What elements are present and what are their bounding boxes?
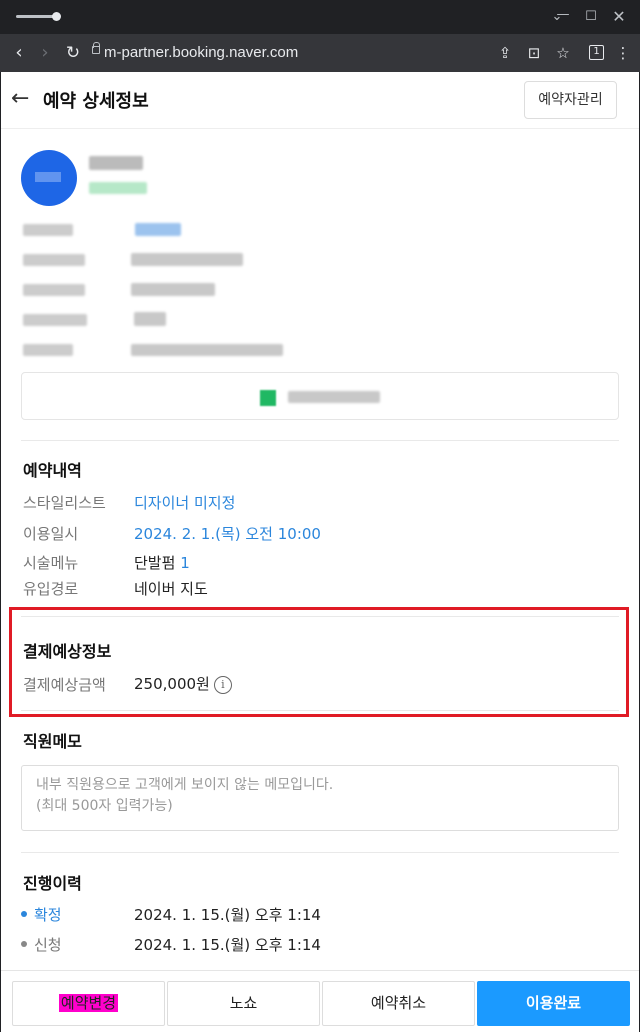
history-datetime-confirmed: 2024. 1. 15.(월) 오후 1:14 (134, 906, 321, 924)
share-icon (260, 390, 276, 406)
customer-tag-redacted (89, 182, 147, 194)
memo-textarea[interactable]: 내부 직원용으로 고객에게 보이지 않는 메모입니다. (최대 500자 입력가… (21, 765, 619, 831)
minimize-icon[interactable]: — (550, 4, 576, 26)
slider-knob[interactable] (52, 12, 61, 21)
divider (21, 710, 619, 711)
info-value-redacted (131, 283, 215, 296)
history-section-title: 진행이력 (23, 874, 82, 893)
info-label-redacted (23, 254, 85, 266)
forward-arrow-icon[interactable]: › (34, 42, 56, 64)
info-label-redacted (23, 344, 73, 356)
back-arrow-icon[interactable]: ← (11, 88, 35, 112)
datetime-value[interactable]: 2024. 2. 1.(목) 오전 10:00 (134, 523, 321, 544)
cancel-reservation-button[interactable]: 예약취소 (322, 981, 475, 1026)
payment-amount: 250,000원 (134, 675, 210, 693)
kebab-menu-icon[interactable]: ⋮ (612, 42, 634, 64)
share-button-redacted[interactable] (21, 372, 619, 420)
noshow-button[interactable]: 노쇼 (167, 981, 320, 1026)
info-value-redacted (134, 312, 166, 326)
share-label-redacted (288, 391, 380, 403)
lock-icon (92, 42, 100, 54)
reservation-section-title: 예약내역 (23, 461, 82, 480)
reload-icon[interactable]: ↻ (62, 42, 84, 64)
install-app-icon[interactable]: ⊡ (523, 42, 545, 64)
close-icon[interactable]: ✕ (606, 6, 632, 28)
info-label-redacted (23, 314, 87, 326)
info-label-redacted (23, 224, 73, 236)
datetime-label: 이용일시 (23, 525, 79, 543)
payment-amount-value: 250,000원 i (134, 673, 232, 694)
share-icon[interactable]: ⇪ (494, 42, 516, 64)
history-status-confirmed: 확정 (34, 906, 62, 924)
avatar (21, 150, 77, 206)
source-value: 네이버 지도 (134, 580, 208, 598)
tab-count-button[interactable]: 1 (589, 45, 604, 60)
customer-name-redacted (89, 156, 143, 170)
history-status-requested: 신청 (34, 936, 62, 954)
change-reservation-label: 예약변경 (58, 994, 119, 1012)
menu-value: 단발펌 1 (134, 552, 190, 573)
address-bar[interactable]: m-partner.booking.naver.com (104, 43, 298, 63)
complete-button[interactable]: 이용완료 (477, 981, 630, 1026)
change-reservation-button[interactable]: 예약변경 (12, 981, 165, 1026)
manage-customer-button[interactable]: 예약자관리 (524, 81, 617, 119)
info-value-redacted (135, 223, 181, 236)
page: ← 예약 상세정보 예약자관리 예약내역 스타일리스트 디자이너 미지정 이용일… (1, 72, 639, 1032)
source-label: 유입경로 (23, 580, 79, 598)
info-icon[interactable]: i (213, 675, 232, 694)
back-arrow-icon[interactable]: ‹ (8, 42, 30, 64)
maximize-icon[interactable]: ☐ (578, 6, 604, 28)
memo-section-title: 직원메모 (23, 732, 82, 751)
browser-toolbar: ‹ › ↻ m-partner.booking.naver.com ⇪ ⊡ ☆ … (0, 34, 640, 72)
menu-name: 단발펌 (134, 554, 176, 572)
info-value-redacted (131, 253, 243, 266)
tab-strip-slider[interactable] (16, 12, 61, 21)
stylist-label: 스타일리스트 (23, 494, 106, 512)
action-bar: 예약변경 노쇼 예약취소 이용완료 (1, 970, 639, 1032)
info-value-redacted (131, 344, 283, 356)
info-label-redacted (23, 284, 85, 296)
page-title: 예약 상세정보 (43, 91, 149, 112)
browser-titlebar: ⌄ — ☐ ✕ (0, 0, 640, 34)
history-datetime-requested: 2024. 1. 15.(월) 오후 1:14 (134, 936, 321, 954)
stylist-value[interactable]: 디자이너 미지정 (134, 492, 235, 513)
payment-highlight-box (9, 607, 629, 717)
menu-label: 시술메뉴 (23, 554, 79, 572)
menu-count: 1 (180, 554, 190, 572)
payment-amount-label: 결제예상금액 (23, 676, 106, 694)
divider (21, 440, 619, 441)
status-dot-requested (21, 941, 27, 947)
divider (21, 852, 619, 853)
status-dot-confirmed (21, 911, 27, 917)
payment-section-title: 결제예상정보 (23, 642, 112, 661)
page-header: ← 예약 상세정보 예약자관리 (1, 72, 639, 129)
bookmark-star-icon[interactable]: ☆ (552, 42, 574, 64)
